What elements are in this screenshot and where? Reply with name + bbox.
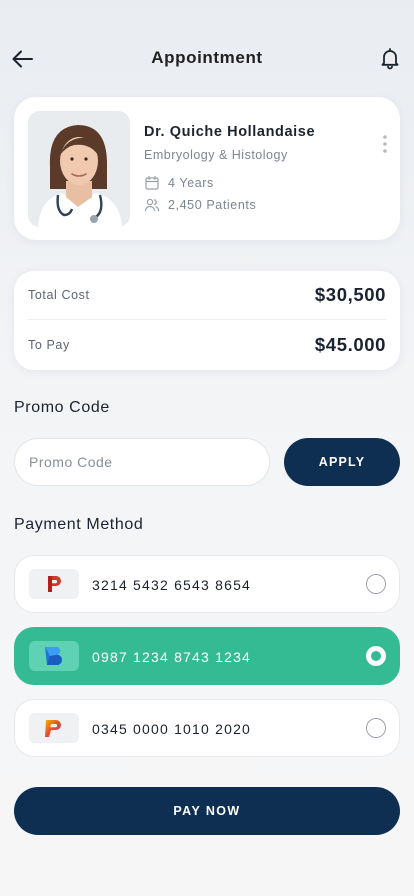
to-pay-row: To Pay $45.000 [28,320,386,369]
payment-method-option[interactable]: 0345 0000 1010 2020 [14,699,400,757]
header: Appointment [0,36,414,80]
card-number: 0345 0000 1010 2020 [92,721,252,737]
card-logo [29,713,79,743]
more-vertical-icon[interactable] [380,133,390,155]
payment-method-option-selected[interactable]: 0987 1234 8743 1234 [14,627,400,685]
pay-now-button[interactable]: PAY NOW [14,787,400,835]
card-logo [29,569,79,599]
doctor-specialty: Embryology & Histology [144,148,288,162]
doctor-card[interactable]: Dr. Quiche Hollandaise Embryology & Hist… [14,97,400,240]
total-cost-label: Total Cost [28,288,90,302]
radio-button-selected[interactable] [366,646,386,666]
cost-summary-card: Total Cost $30,500 To Pay $45.000 [14,271,400,370]
patients-text: 2,450 Patients [168,198,257,212]
radio-button[interactable] [366,574,386,594]
card-number: 0987 1234 8743 1234 [92,649,252,665]
bell-icon[interactable] [378,46,402,70]
promo-code-input[interactable] [14,438,270,486]
to-pay-label: To Pay [28,337,70,352]
p-brand-logo-icon [48,576,61,592]
users-icon [144,198,160,212]
experience-text: 4 Years [168,176,214,190]
calendar-icon [145,175,159,190]
to-pay-value: $45.000 [314,333,386,355]
radio-button[interactable] [366,718,386,738]
card-number: 3214 5432 6543 8654 [92,577,252,593]
experience-row: 4 Years [144,175,214,191]
apply-button[interactable]: APPLY [284,438,400,486]
payment-method-heading: Payment Method [14,516,144,533]
promo-code-heading: Promo Code [14,399,110,416]
doctor-portrait [28,111,130,227]
appointment-screen: Appointment Dr. Quiche Hollandaise Embry… [0,0,414,896]
payment-method-option[interactable]: 3214 5432 6543 8654 [14,555,400,613]
card-logo [29,641,79,671]
total-cost-value: $30,500 [314,284,386,305]
p-gradient-logo-icon [45,720,61,737]
page-title: Appointment [151,48,263,67]
patients-row: 2,450 Patients [144,197,256,213]
doctor-name: Dr. Quiche Hollandaise [144,124,316,140]
total-cost-row: Total Cost $30,500 [28,271,386,320]
b-brand-logo-icon [45,647,62,666]
doctor-photo [28,111,130,227]
